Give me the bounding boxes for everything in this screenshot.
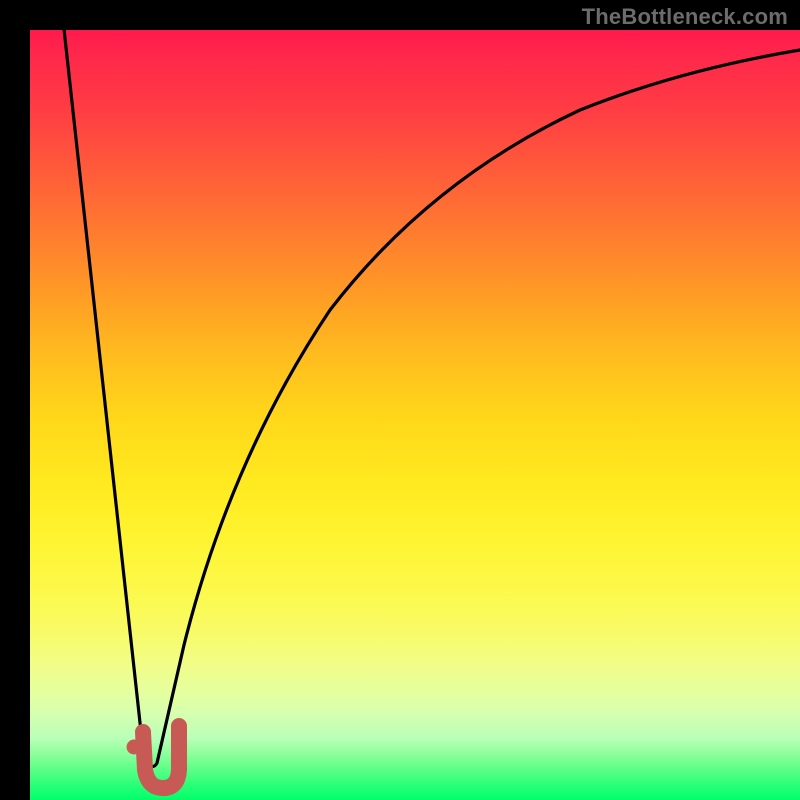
watermark-text: TheBottleneck.com (582, 4, 788, 30)
plot-area (30, 30, 800, 800)
curve-layer (30, 30, 800, 800)
outer-frame: TheBottleneck.com (0, 0, 800, 800)
bottleneck-curve (63, 30, 800, 767)
optimum-hook (143, 726, 179, 788)
